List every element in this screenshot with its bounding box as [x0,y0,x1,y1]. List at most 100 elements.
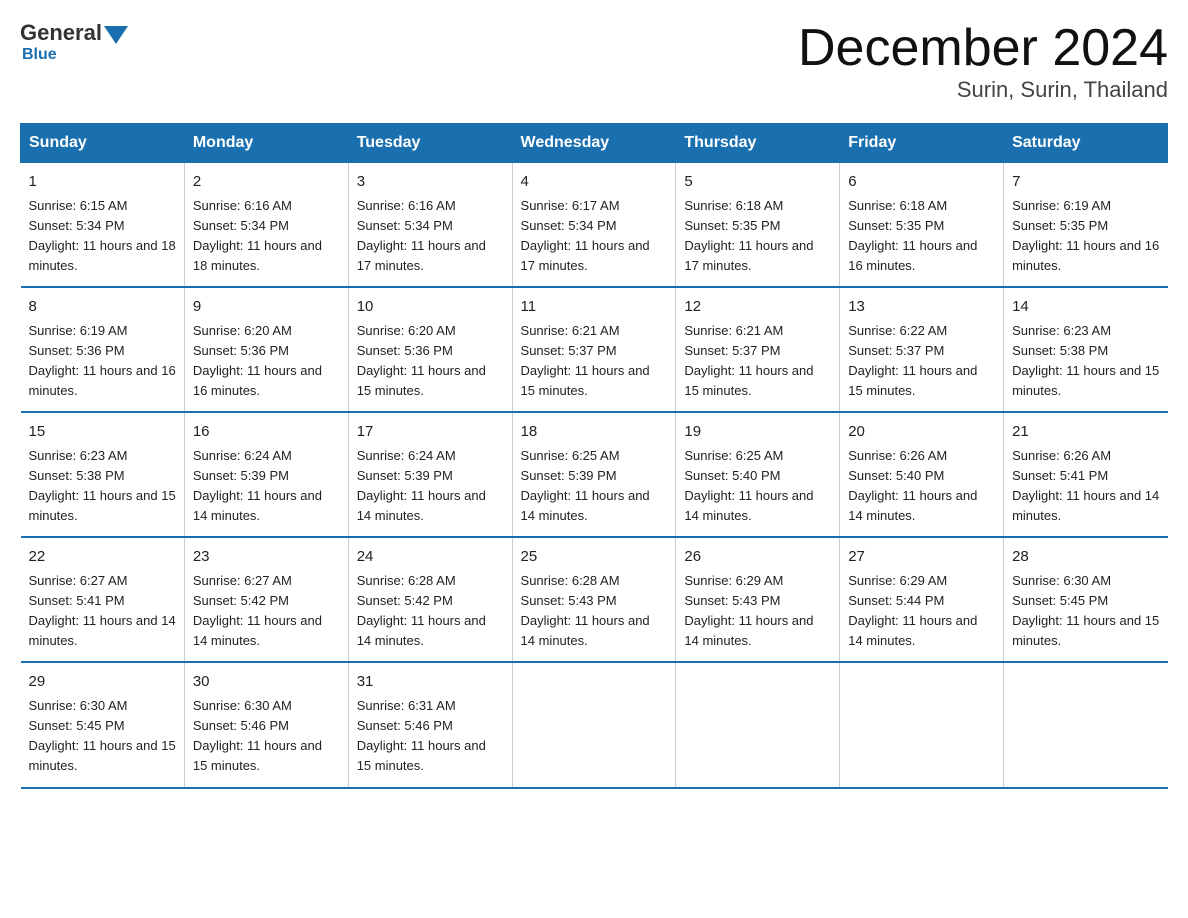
calendar-cell [1004,662,1168,787]
cell-content: Sunrise: 6:19 AMSunset: 5:35 PMDaylight:… [1012,198,1159,273]
day-number: 7 [1012,171,1159,194]
day-number: 8 [29,296,176,319]
calendar-cell: 23 Sunrise: 6:27 AMSunset: 5:42 PMDayligh… [184,537,348,662]
calendar-week-row: 1 Sunrise: 6:15 AMSunset: 5:34 PMDaylight… [21,163,1168,288]
day-number: 24 [357,546,504,569]
logo-blue-text: Blue [22,46,57,63]
cell-content: Sunrise: 6:26 AMSunset: 5:40 PMDaylight:… [848,448,977,523]
cell-content: Sunrise: 6:31 AMSunset: 5:46 PMDaylight:… [357,698,486,773]
calendar-cell: 1 Sunrise: 6:15 AMSunset: 5:34 PMDaylight… [21,163,185,288]
calendar-cell: 17Sunrise: 6:24 AMSunset: 5:39 PMDayligh… [348,412,512,537]
header-wednesday: Wednesday [512,124,676,163]
page-header: General Blue December 2024 Surin, Surin,… [20,20,1168,103]
day-number: 16 [193,421,340,444]
calendar-cell: 20 Sunrise: 6:26 AMSunset: 5:40 PMDayligh… [840,412,1004,537]
logo-arrow-icon [104,26,128,44]
day-number: 29 [29,671,176,694]
cell-content: Sunrise: 6:16 AMSunset: 5:34 PMDaylight:… [357,198,486,273]
day-number: 30 [193,671,340,694]
day-number: 1 [29,171,176,194]
calendar-header-row: SundayMondayTuesdayWednesdayThursdayFrid… [21,124,1168,163]
cell-content: Sunrise: 6:21 AMSunset: 5:37 PMDaylight:… [521,323,650,398]
page-subtitle: Surin, Surin, Thailand [798,77,1168,103]
header-sunday: Sunday [21,124,185,163]
day-number: 22 [29,546,176,569]
cell-content: Sunrise: 6:30 AMSunset: 5:45 PMDaylight:… [1012,573,1159,648]
calendar-cell: 3 Sunrise: 6:16 AMSunset: 5:34 PMDaylight… [348,163,512,288]
cell-content: Sunrise: 6:28 AMSunset: 5:42 PMDaylight:… [357,573,486,648]
calendar-cell: 22 Sunrise: 6:27 AMSunset: 5:41 PMDayligh… [21,537,185,662]
cell-content: Sunrise: 6:15 AMSunset: 5:34 PMDaylight:… [29,198,176,273]
cell-content: Sunrise: 6:18 AMSunset: 5:35 PMDaylight:… [684,198,813,273]
day-number: 2 [193,171,340,194]
calendar-cell: 12Sunrise: 6:21 AMSunset: 5:37 PMDayligh… [676,287,840,412]
cell-content: Sunrise: 6:18 AMSunset: 5:35 PMDaylight:… [848,198,977,273]
calendar-cell: 30Sunrise: 6:30 AMSunset: 5:46 PMDayligh… [184,662,348,787]
calendar-cell: 14 Sunrise: 6:23 AMSunset: 5:38 PMDayligh… [1004,287,1168,412]
calendar-cell: 21Sunrise: 6:26 AMSunset: 5:41 PMDayligh… [1004,412,1168,537]
day-number: 21 [1012,421,1159,444]
day-number: 14 [1012,296,1159,319]
header-monday: Monday [184,124,348,163]
day-number: 3 [357,171,504,194]
calendar-cell: 26Sunrise: 6:29 AMSunset: 5:43 PMDayligh… [676,537,840,662]
logo-general-text: General [20,20,102,46]
day-number: 28 [1012,546,1159,569]
day-number: 31 [357,671,504,694]
calendar-cell: 5 Sunrise: 6:18 AMSunset: 5:35 PMDaylight… [676,163,840,288]
cell-content: Sunrise: 6:29 AMSunset: 5:43 PMDaylight:… [684,573,813,648]
cell-content: Sunrise: 6:23 AMSunset: 5:38 PMDaylight:… [29,448,176,523]
day-number: 23 [193,546,340,569]
calendar-cell: 9 Sunrise: 6:20 AMSunset: 5:36 PMDaylight… [184,287,348,412]
calendar-cell: 7 Sunrise: 6:19 AMSunset: 5:35 PMDaylight… [1004,163,1168,288]
calendar-cell: 18 Sunrise: 6:25 AMSunset: 5:39 PMDayligh… [512,412,676,537]
calendar-week-row: 22 Sunrise: 6:27 AMSunset: 5:41 PMDayligh… [21,537,1168,662]
calendar-cell: 13 Sunrise: 6:22 AMSunset: 5:37 PMDayligh… [840,287,1004,412]
day-number: 13 [848,296,995,319]
header-saturday: Saturday [1004,124,1168,163]
logo: General Blue [20,20,130,64]
cell-content: Sunrise: 6:28 AMSunset: 5:43 PMDaylight:… [521,573,650,648]
cell-content: Sunrise: 6:22 AMSunset: 5:37 PMDaylight:… [848,323,977,398]
calendar-cell: 6 Sunrise: 6:18 AMSunset: 5:35 PMDaylight… [840,163,1004,288]
header-tuesday: Tuesday [348,124,512,163]
cell-content: Sunrise: 6:20 AMSunset: 5:36 PMDaylight:… [193,323,322,398]
header-friday: Friday [840,124,1004,163]
day-number: 25 [521,546,668,569]
calendar-cell: 28 Sunrise: 6:30 AMSunset: 5:45 PMDayligh… [1004,537,1168,662]
cell-content: Sunrise: 6:20 AMSunset: 5:36 PMDaylight:… [357,323,486,398]
day-number: 6 [848,171,995,194]
calendar-cell: 4Sunrise: 6:17 AMSunset: 5:34 PMDaylight… [512,163,676,288]
day-number: 20 [848,421,995,444]
cell-content: Sunrise: 6:25 AMSunset: 5:39 PMDaylight:… [521,448,650,523]
day-number: 19 [684,421,831,444]
day-number: 15 [29,421,176,444]
cell-content: Sunrise: 6:25 AMSunset: 5:40 PMDaylight:… [684,448,813,523]
day-number: 27 [848,546,995,569]
calendar-cell: 16 Sunrise: 6:24 AMSunset: 5:39 PMDayligh… [184,412,348,537]
title-block: December 2024 Surin, Surin, Thailand [798,20,1168,103]
cell-content: Sunrise: 6:27 AMSunset: 5:41 PMDaylight:… [29,573,176,648]
day-number: 5 [684,171,831,194]
day-number: 11 [521,296,668,319]
calendar-cell: 2 Sunrise: 6:16 AMSunset: 5:34 PMDaylight… [184,163,348,288]
cell-content: Sunrise: 6:29 AMSunset: 5:44 PMDaylight:… [848,573,977,648]
day-number: 18 [521,421,668,444]
calendar-week-row: 29Sunrise: 6:30 AMSunset: 5:45 PMDayligh… [21,662,1168,787]
day-number: 4 [521,171,668,194]
calendar-cell: 11 Sunrise: 6:21 AMSunset: 5:37 PMDayligh… [512,287,676,412]
header-thursday: Thursday [676,124,840,163]
calendar-week-row: 15 Sunrise: 6:23 AMSunset: 5:38 PMDayligh… [21,412,1168,537]
calendar-cell: 10Sunrise: 6:20 AMSunset: 5:36 PMDayligh… [348,287,512,412]
calendar-cell: 27 Sunrise: 6:29 AMSunset: 5:44 PMDayligh… [840,537,1004,662]
cell-content: Sunrise: 6:23 AMSunset: 5:38 PMDaylight:… [1012,323,1159,398]
calendar-cell: 8Sunrise: 6:19 AMSunset: 5:36 PMDaylight… [21,287,185,412]
calendar-cell: 31 Sunrise: 6:31 AMSunset: 5:46 PMDayligh… [348,662,512,787]
calendar-cell [676,662,840,787]
day-number: 9 [193,296,340,319]
cell-content: Sunrise: 6:27 AMSunset: 5:42 PMDaylight:… [193,573,322,648]
day-number: 12 [684,296,831,319]
cell-content: Sunrise: 6:24 AMSunset: 5:39 PMDaylight:… [193,448,322,523]
calendar-table: SundayMondayTuesdayWednesdayThursdayFrid… [20,123,1168,788]
cell-content: Sunrise: 6:16 AMSunset: 5:34 PMDaylight:… [193,198,322,273]
